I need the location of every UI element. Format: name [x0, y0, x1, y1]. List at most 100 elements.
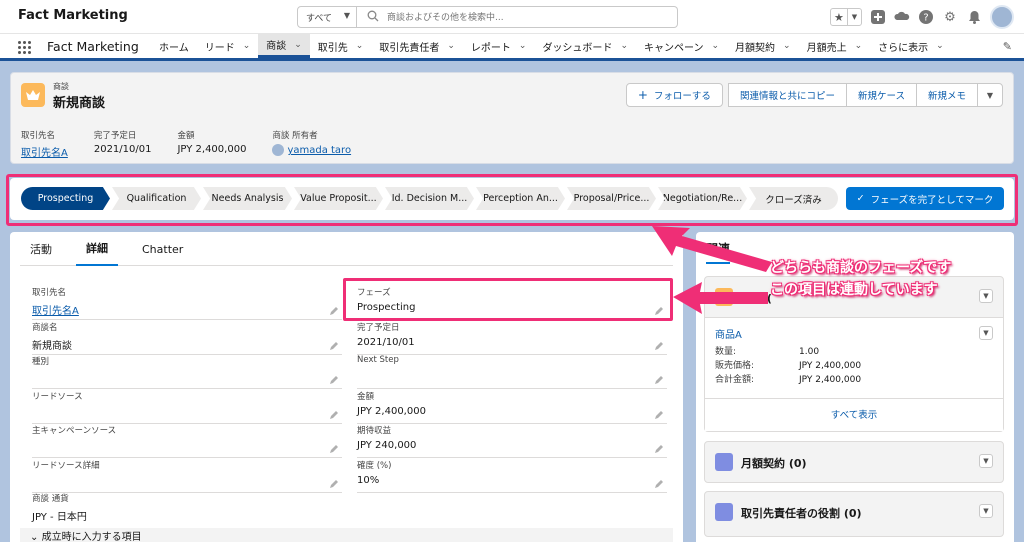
chevron-down-icon[interactable]: ⌄: [855, 41, 863, 51]
edit-pencil-icon[interactable]: [654, 479, 663, 488]
search-scope-select[interactable]: すべて ▼: [297, 6, 357, 28]
field-label: 完了予定日: [357, 322, 400, 333]
monthly-contract-icon: [715, 453, 733, 471]
chevron-down-icon: ⌄: [30, 532, 39, 542]
field-value[interactable]: 取引先名A: [32, 302, 342, 317]
section-header[interactable]: ⌄ 成立時に入力する項目: [20, 528, 673, 542]
notifications-bell-icon[interactable]: [966, 9, 982, 25]
nav-tab[interactable]: 取引先責任者 ⌄: [371, 34, 463, 58]
product-link[interactable]: 商品A: [715, 326, 742, 341]
app-launcher-icon[interactable]: [18, 41, 32, 55]
chevron-down-icon[interactable]: ⌄: [447, 41, 455, 51]
nav-tab[interactable]: ダッシュボード ⌄: [534, 34, 636, 58]
app-name: Fact Marketing: [47, 39, 139, 54]
detail-field: 種別: [32, 355, 342, 389]
view-all-link[interactable]: すべて表示: [705, 398, 1003, 432]
record-tab[interactable]: Chatter: [132, 232, 193, 266]
chevron-down-icon[interactable]: ⌄: [294, 40, 302, 50]
edit-pencil-icon[interactable]: [654, 375, 663, 384]
products-icon: [715, 288, 733, 306]
field-value: 10%: [357, 474, 380, 486]
monthly-contract-related-list: 月額契約 (0) ▼: [704, 441, 1004, 483]
detail-field: 完了予定日 2021/10/01: [357, 321, 667, 355]
user-avatar[interactable]: [990, 5, 1014, 29]
header-utilities: ★ ▼ ? ⚙: [830, 5, 1014, 29]
more-actions-dropdown-icon[interactable]: ▼: [977, 83, 1003, 107]
detail-field: 商談 通貨 JPY - 日本円: [32, 492, 342, 526]
chevron-down-icon[interactable]: ⌄: [936, 41, 944, 51]
edit-pencil-icon[interactable]: [329, 444, 338, 453]
copy-with-related-button[interactable]: 関連情報と共にコピー: [727, 83, 847, 107]
nav-tab[interactable]: 商談 ⌄: [258, 34, 310, 58]
nav-tab[interactable]: リード ⌄: [197, 34, 259, 58]
nav-tab[interactable]: レポート ⌄: [463, 34, 535, 58]
edit-pencil-icon[interactable]: [654, 410, 663, 419]
field-value: JPY - 日本円: [32, 512, 87, 523]
annotation-line-2: この項目は連動しています: [770, 281, 938, 298]
follow-button[interactable]: + フォローする: [625, 83, 723, 107]
chevron-down-icon[interactable]: ⌄: [620, 41, 628, 51]
global-create-icon[interactable]: [870, 9, 886, 25]
highlight-value[interactable]: yamada taro: [272, 144, 351, 156]
stage-field-highlight-box: [343, 278, 673, 321]
setup-gear-icon[interactable]: ⚙: [942, 9, 958, 25]
edit-pencil-icon[interactable]: [329, 341, 338, 350]
monthly-dropdown-icon[interactable]: ▼: [979, 454, 993, 468]
highlights-panel: 取引先名 取引先名A 完了予定日 2021/10/01 金額 JPY 2,400,000 商…: [21, 129, 377, 159]
contact-roles-dropdown-icon[interactable]: ▼: [979, 504, 993, 518]
highlight-field: 取引先名取引先名A: [21, 129, 68, 159]
chevron-down-icon[interactable]: ⌄: [783, 41, 791, 51]
chevron-down-icon[interactable]: ⌄: [519, 41, 527, 51]
nav-tab[interactable]: さらに表示 ⌄: [870, 34, 952, 58]
nav-tab[interactable]: ホーム: [151, 34, 197, 58]
nav-tab[interactable]: 月額契約 ⌄: [727, 34, 799, 58]
edit-pencil-icon[interactable]: [329, 306, 338, 315]
highlight-field: 商談 所有者 yamada taro: [272, 129, 351, 159]
detail-field: 確度 (%) 10%: [357, 459, 667, 493]
products-dropdown-icon[interactable]: ▼: [979, 289, 993, 303]
trailhead-icon[interactable]: [894, 9, 910, 25]
global-search[interactable]: [357, 6, 678, 28]
global-header: Fact Marketing すべて ▼ ★ ▼ ? ⚙: [0, 0, 1024, 34]
highlight-value[interactable]: 取引先名A: [21, 144, 68, 159]
contact-roles-title[interactable]: 取引先責任者の役割 (0): [741, 505, 862, 521]
edit-pencil-icon[interactable]: [329, 479, 338, 488]
field-label: 種別: [32, 357, 50, 367]
edit-pencil-icon[interactable]: [329, 410, 338, 419]
nav-tab[interactable]: キャンペーン ⌄: [636, 34, 727, 58]
record-tab[interactable]: 詳細: [76, 232, 118, 266]
detail-field: 取引先名 取引先名A: [32, 286, 342, 320]
record-header: 商談 新規商談 + フォローする 関連情報と共にコピー 新規ケース 新規メモ ▼ …: [10, 72, 1014, 164]
field-value: 新規商談: [32, 340, 72, 352]
chevron-down-icon[interactable]: ⌄: [356, 41, 364, 51]
highlight-value: JPY 2,400,000: [177, 144, 247, 155]
new-case-button[interactable]: 新規ケース: [845, 83, 917, 107]
search-input[interactable]: [387, 10, 667, 25]
nav-tab-label: ホーム: [159, 42, 189, 54]
highlight-label: 取引先名: [21, 131, 56, 141]
chevron-down-icon[interactable]: ⌄: [711, 41, 719, 51]
record-tab[interactable]: 活動: [20, 232, 62, 266]
nav-tab[interactable]: 月額売上 ⌄: [799, 34, 871, 58]
edit-pencil-icon[interactable]: [654, 341, 663, 350]
path-highlight-box: [6, 174, 1018, 226]
detail-field: リードソース詳細: [32, 459, 342, 493]
new-memo-button[interactable]: 新規メモ: [915, 83, 978, 107]
monthly-contract-title[interactable]: 月額契約 (0): [741, 455, 807, 471]
edit-pencil-icon[interactable]: [329, 375, 338, 384]
field-label: 金額: [357, 391, 375, 402]
caret-down-icon: ▼: [343, 11, 350, 20]
annotation-text: どちらも商談のフェーズです この項目は連動しています: [770, 258, 951, 301]
nav-tab[interactable]: 取引先 ⌄: [310, 34, 372, 58]
chevron-down-icon[interactable]: ⌄: [243, 41, 251, 51]
favorites-dropdown-icon[interactable]: ▼: [848, 9, 861, 25]
annotation-line-1: どちらも商談のフェーズです: [770, 260, 952, 276]
opportunity-crown-icon: [21, 83, 45, 107]
tab-related[interactable]: 関連: [706, 240, 731, 264]
star-icon[interactable]: ★: [831, 9, 848, 25]
edit-nav-pencil-icon[interactable]: ✎: [1003, 40, 1012, 53]
product-row-dropdown-icon[interactable]: ▼: [979, 326, 993, 340]
help-icon[interactable]: ?: [918, 9, 934, 25]
edit-pencil-icon[interactable]: [654, 444, 663, 453]
highlight-field: 完了予定日 2021/10/01: [94, 129, 152, 159]
